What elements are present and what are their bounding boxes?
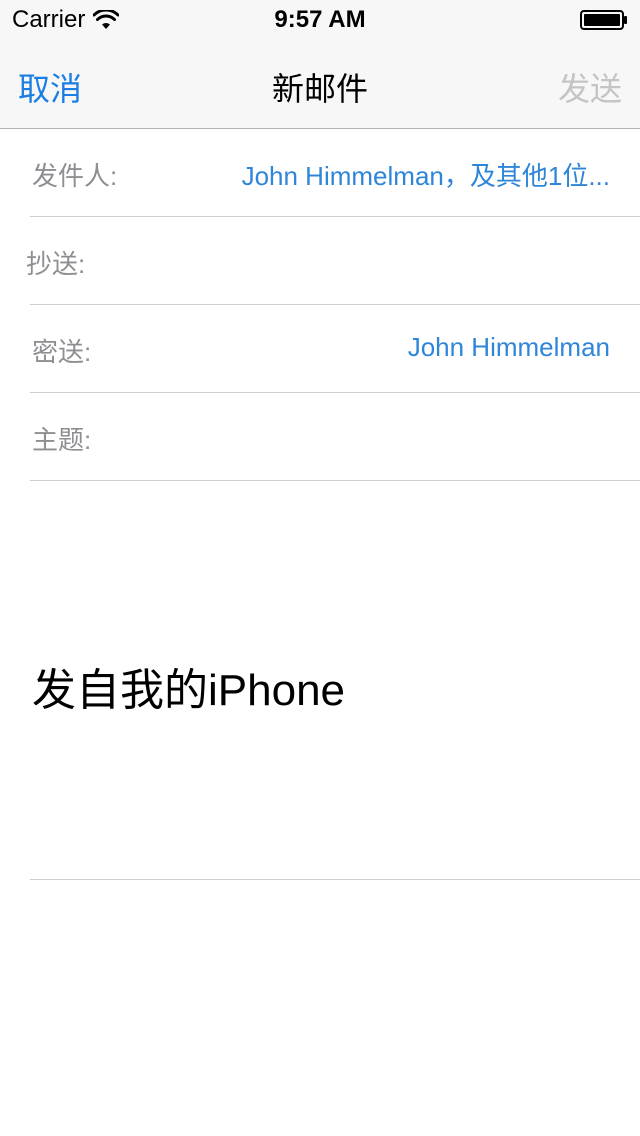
cc-label: 抄送: xyxy=(26,249,86,279)
bcc-value[interactable]: John Himmelman xyxy=(408,332,610,363)
bcc-label: 密送: xyxy=(32,337,92,367)
cancel-button[interactable]: 取消 xyxy=(18,64,82,110)
battery-icon xyxy=(580,10,627,30)
cc-field[interactable]: 抄送: xyxy=(26,216,640,305)
status-bar: Carrier 9:57 AM xyxy=(0,0,640,40)
message-body[interactable]: 发自我的iPhone xyxy=(32,654,345,718)
bcc-field[interactable]: 密送: John Himmelman xyxy=(30,304,640,393)
body-divider xyxy=(30,879,640,880)
from-field[interactable]: 发件人: John Himmelman，及其他1位... xyxy=(30,128,640,217)
page-title: 新邮件 xyxy=(271,71,368,107)
status-time: 9:57 AM xyxy=(274,6,366,33)
from-value[interactable]: John Himmelman，及其他1位... xyxy=(242,156,610,193)
navigation-bar: 取消 新邮件 发送 xyxy=(0,40,640,129)
send-button[interactable]: 发送 xyxy=(558,64,622,110)
subject-field[interactable]: 主题: xyxy=(30,392,640,481)
from-label: 发件人: xyxy=(32,161,118,191)
subject-label: 主题: xyxy=(32,425,92,455)
